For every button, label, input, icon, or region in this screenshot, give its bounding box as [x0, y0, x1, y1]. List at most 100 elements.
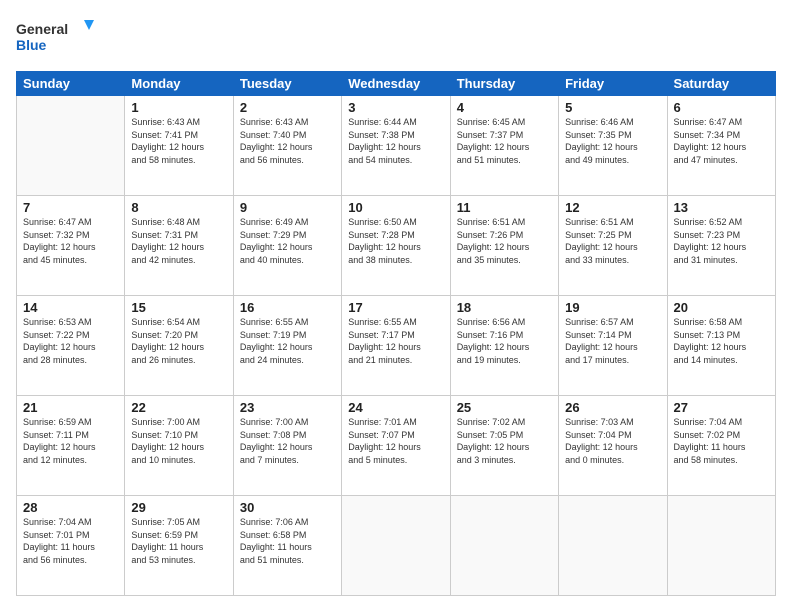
day-info: Sunrise: 6:54 AM Sunset: 7:20 PM Dayligh…	[131, 316, 226, 366]
day-number: 25	[457, 400, 552, 415]
day-number: 1	[131, 100, 226, 115]
calendar-cell: 23Sunrise: 7:00 AM Sunset: 7:08 PM Dayli…	[233, 396, 341, 496]
calendar-cell: 17Sunrise: 6:55 AM Sunset: 7:17 PM Dayli…	[342, 296, 450, 396]
day-number: 10	[348, 200, 443, 215]
day-info: Sunrise: 6:47 AM Sunset: 7:34 PM Dayligh…	[674, 116, 769, 166]
calendar-cell: 27Sunrise: 7:04 AM Sunset: 7:02 PM Dayli…	[667, 396, 775, 496]
calendar-table: SundayMondayTuesdayWednesdayThursdayFrid…	[16, 71, 776, 596]
day-info: Sunrise: 7:05 AM Sunset: 6:59 PM Dayligh…	[131, 516, 226, 566]
calendar-cell	[559, 496, 667, 596]
day-info: Sunrise: 6:52 AM Sunset: 7:23 PM Dayligh…	[674, 216, 769, 266]
calendar-cell: 11Sunrise: 6:51 AM Sunset: 7:26 PM Dayli…	[450, 196, 558, 296]
day-info: Sunrise: 6:56 AM Sunset: 7:16 PM Dayligh…	[457, 316, 552, 366]
day-number: 22	[131, 400, 226, 415]
day-number: 27	[674, 400, 769, 415]
calendar-cell: 22Sunrise: 7:00 AM Sunset: 7:10 PM Dayli…	[125, 396, 233, 496]
calendar-cell: 9Sunrise: 6:49 AM Sunset: 7:29 PM Daylig…	[233, 196, 341, 296]
weekday-header-friday: Friday	[559, 72, 667, 96]
calendar-cell: 18Sunrise: 6:56 AM Sunset: 7:16 PM Dayli…	[450, 296, 558, 396]
day-number: 3	[348, 100, 443, 115]
calendar-cell: 29Sunrise: 7:05 AM Sunset: 6:59 PM Dayli…	[125, 496, 233, 596]
day-info: Sunrise: 6:51 AM Sunset: 7:25 PM Dayligh…	[565, 216, 660, 266]
day-number: 23	[240, 400, 335, 415]
day-info: Sunrise: 6:50 AM Sunset: 7:28 PM Dayligh…	[348, 216, 443, 266]
day-number: 5	[565, 100, 660, 115]
day-number: 9	[240, 200, 335, 215]
day-info: Sunrise: 6:47 AM Sunset: 7:32 PM Dayligh…	[23, 216, 118, 266]
calendar-cell: 25Sunrise: 7:02 AM Sunset: 7:05 PM Dayli…	[450, 396, 558, 496]
calendar-cell: 20Sunrise: 6:58 AM Sunset: 7:13 PM Dayli…	[667, 296, 775, 396]
day-info: Sunrise: 6:49 AM Sunset: 7:29 PM Dayligh…	[240, 216, 335, 266]
logo-text: General Blue	[16, 16, 96, 61]
day-info: Sunrise: 6:55 AM Sunset: 7:19 PM Dayligh…	[240, 316, 335, 366]
weekday-header-tuesday: Tuesday	[233, 72, 341, 96]
weekday-header-thursday: Thursday	[450, 72, 558, 96]
svg-text:General: General	[16, 21, 68, 37]
calendar-week-1: 1Sunrise: 6:43 AM Sunset: 7:41 PM Daylig…	[17, 96, 776, 196]
calendar-cell: 4Sunrise: 6:45 AM Sunset: 7:37 PM Daylig…	[450, 96, 558, 196]
day-info: Sunrise: 7:00 AM Sunset: 7:08 PM Dayligh…	[240, 416, 335, 466]
svg-text:Blue: Blue	[16, 37, 47, 53]
day-number: 17	[348, 300, 443, 315]
calendar-cell: 13Sunrise: 6:52 AM Sunset: 7:23 PM Dayli…	[667, 196, 775, 296]
calendar-week-3: 14Sunrise: 6:53 AM Sunset: 7:22 PM Dayli…	[17, 296, 776, 396]
day-info: Sunrise: 6:43 AM Sunset: 7:41 PM Dayligh…	[131, 116, 226, 166]
day-info: Sunrise: 6:53 AM Sunset: 7:22 PM Dayligh…	[23, 316, 118, 366]
calendar-cell	[667, 496, 775, 596]
calendar-cell	[342, 496, 450, 596]
day-info: Sunrise: 6:44 AM Sunset: 7:38 PM Dayligh…	[348, 116, 443, 166]
weekday-header-monday: Monday	[125, 72, 233, 96]
day-number: 19	[565, 300, 660, 315]
weekday-header-sunday: Sunday	[17, 72, 125, 96]
calendar-cell	[450, 496, 558, 596]
day-number: 15	[131, 300, 226, 315]
day-number: 11	[457, 200, 552, 215]
day-info: Sunrise: 6:55 AM Sunset: 7:17 PM Dayligh…	[348, 316, 443, 366]
day-number: 14	[23, 300, 118, 315]
calendar-cell: 6Sunrise: 6:47 AM Sunset: 7:34 PM Daylig…	[667, 96, 775, 196]
day-info: Sunrise: 6:45 AM Sunset: 7:37 PM Dayligh…	[457, 116, 552, 166]
day-number: 8	[131, 200, 226, 215]
calendar-cell: 30Sunrise: 7:06 AM Sunset: 6:58 PM Dayli…	[233, 496, 341, 596]
logo: General Blue	[16, 16, 96, 61]
calendar-cell: 1Sunrise: 6:43 AM Sunset: 7:41 PM Daylig…	[125, 96, 233, 196]
day-number: 29	[131, 500, 226, 515]
page: General Blue SundayMondayTuesdayWednesda…	[0, 0, 792, 612]
day-info: Sunrise: 7:02 AM Sunset: 7:05 PM Dayligh…	[457, 416, 552, 466]
day-info: Sunrise: 6:57 AM Sunset: 7:14 PM Dayligh…	[565, 316, 660, 366]
weekday-header-wednesday: Wednesday	[342, 72, 450, 96]
day-number: 6	[674, 100, 769, 115]
day-info: Sunrise: 6:48 AM Sunset: 7:31 PM Dayligh…	[131, 216, 226, 266]
day-number: 24	[348, 400, 443, 415]
calendar-cell: 16Sunrise: 6:55 AM Sunset: 7:19 PM Dayli…	[233, 296, 341, 396]
day-number: 18	[457, 300, 552, 315]
calendar-cell: 21Sunrise: 6:59 AM Sunset: 7:11 PM Dayli…	[17, 396, 125, 496]
calendar-cell: 28Sunrise: 7:04 AM Sunset: 7:01 PM Dayli…	[17, 496, 125, 596]
day-number: 30	[240, 500, 335, 515]
calendar-cell: 14Sunrise: 6:53 AM Sunset: 7:22 PM Dayli…	[17, 296, 125, 396]
calendar-cell: 19Sunrise: 6:57 AM Sunset: 7:14 PM Dayli…	[559, 296, 667, 396]
day-info: Sunrise: 7:06 AM Sunset: 6:58 PM Dayligh…	[240, 516, 335, 566]
weekday-header-saturday: Saturday	[667, 72, 775, 96]
calendar-cell	[17, 96, 125, 196]
day-number: 26	[565, 400, 660, 415]
weekday-header-row: SundayMondayTuesdayWednesdayThursdayFrid…	[17, 72, 776, 96]
day-number: 2	[240, 100, 335, 115]
calendar-cell: 2Sunrise: 6:43 AM Sunset: 7:40 PM Daylig…	[233, 96, 341, 196]
header: General Blue	[16, 16, 776, 61]
calendar-cell: 26Sunrise: 7:03 AM Sunset: 7:04 PM Dayli…	[559, 396, 667, 496]
calendar-cell: 12Sunrise: 6:51 AM Sunset: 7:25 PM Dayli…	[559, 196, 667, 296]
calendar-cell: 8Sunrise: 6:48 AM Sunset: 7:31 PM Daylig…	[125, 196, 233, 296]
calendar-cell: 5Sunrise: 6:46 AM Sunset: 7:35 PM Daylig…	[559, 96, 667, 196]
day-info: Sunrise: 7:04 AM Sunset: 7:02 PM Dayligh…	[674, 416, 769, 466]
day-number: 16	[240, 300, 335, 315]
calendar-cell: 24Sunrise: 7:01 AM Sunset: 7:07 PM Dayli…	[342, 396, 450, 496]
day-number: 28	[23, 500, 118, 515]
calendar-cell: 3Sunrise: 6:44 AM Sunset: 7:38 PM Daylig…	[342, 96, 450, 196]
day-info: Sunrise: 6:51 AM Sunset: 7:26 PM Dayligh…	[457, 216, 552, 266]
day-number: 12	[565, 200, 660, 215]
day-info: Sunrise: 7:03 AM Sunset: 7:04 PM Dayligh…	[565, 416, 660, 466]
calendar-cell: 10Sunrise: 6:50 AM Sunset: 7:28 PM Dayli…	[342, 196, 450, 296]
day-number: 13	[674, 200, 769, 215]
day-info: Sunrise: 6:58 AM Sunset: 7:13 PM Dayligh…	[674, 316, 769, 366]
